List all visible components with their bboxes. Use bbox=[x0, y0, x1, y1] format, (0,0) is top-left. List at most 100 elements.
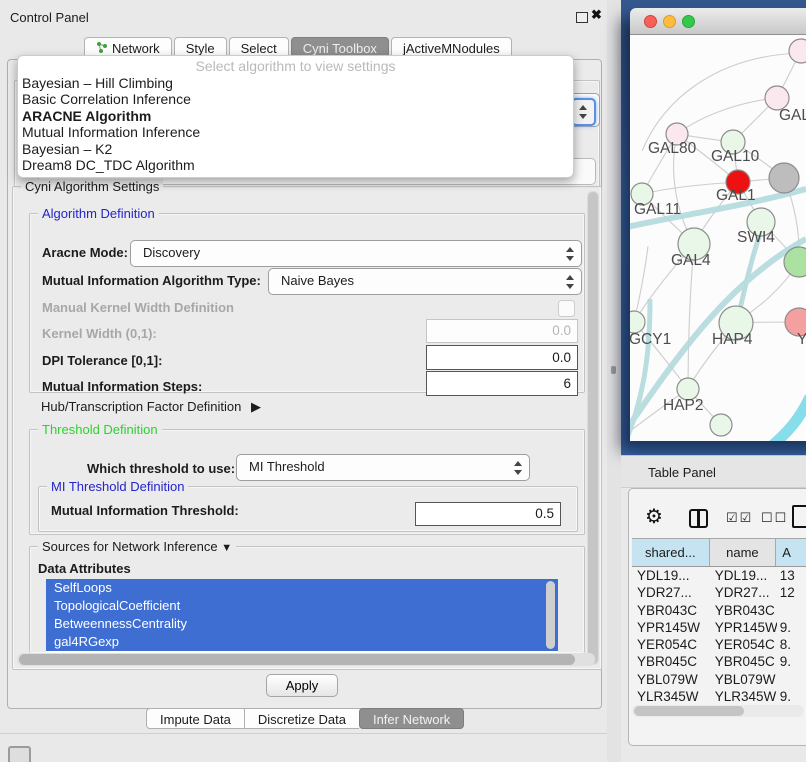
attribute-betweennesscentrality[interactable]: BetweennessCentrality bbox=[46, 615, 558, 633]
label-y-partial: Y bbox=[797, 331, 806, 348]
sources-group: Sources for Network Inference ▼ Data Att… bbox=[29, 546, 585, 653]
manual-kernel-width-label: Manual Kernel Width Definition bbox=[42, 298, 234, 318]
dropdown-placeholder: Select algorithm to view settings bbox=[18, 58, 573, 75]
column-header-shared-name[interactable]: shared... bbox=[632, 539, 710, 566]
attribute-topologicalcoefficient[interactable]: TopologicalCoefficient bbox=[46, 597, 558, 615]
label-gcy1: GCY1 bbox=[630, 331, 671, 348]
mi-algorithm-type-value: Naive Bayes bbox=[281, 269, 354, 293]
hub-expand-icon[interactable]: ▶ bbox=[251, 399, 261, 414]
mi-algorithm-type-combo[interactable]: Naive Bayes bbox=[268, 268, 582, 295]
divider-grip[interactable] bbox=[611, 366, 616, 374]
which-threshold-combo[interactable]: MI Threshold bbox=[236, 454, 530, 481]
node-cut-top[interactable] bbox=[789, 39, 806, 63]
dropdown-item-aracne[interactable]: ARACNE Algorithm bbox=[18, 108, 573, 124]
table-panel-window: ⚙ ☑☑ ☐☐ shared... name A YDL19...YDL19..… bbox=[628, 488, 806, 746]
node-gray[interactable] bbox=[769, 163, 799, 193]
close-traffic-light[interactable] bbox=[644, 15, 657, 28]
function-builder-icon[interactable] bbox=[792, 505, 806, 528]
tab-impute-data[interactable]: Impute Data bbox=[146, 708, 244, 729]
attribute-selfloops[interactable]: SelfLoops bbox=[46, 579, 558, 597]
close-icon[interactable]: ✖ bbox=[591, 7, 602, 23]
label-gal80: GAL80 bbox=[648, 140, 697, 157]
network-strong-edges bbox=[630, 189, 806, 441]
threshold-definition-title: Threshold Definition bbox=[38, 422, 162, 437]
gear-icon[interactable]: ⚙ bbox=[645, 504, 663, 529]
hub-definition-toggle[interactable]: Hub/Transcription Factor Definition ▶ bbox=[41, 399, 261, 415]
dpi-tolerance-field[interactable]: 0.0 bbox=[426, 345, 578, 370]
table-panel: Table Panel ⚙ ☑☑ ☐☐ shared... name A YDL… bbox=[621, 455, 806, 762]
aracne-mode-value: Discovery bbox=[143, 241, 200, 265]
mi-algorithm-type-label: Mutual Information Algorithm Type: bbox=[42, 268, 261, 293]
data-attributes-label: Data Attributes bbox=[38, 561, 131, 576]
deselect-all-checks-icon[interactable]: ☐☐ bbox=[761, 510, 788, 526]
aracne-mode-combo[interactable]: Discovery bbox=[130, 240, 582, 267]
bottom-tabs: Impute Data Discretize Data Infer Networ… bbox=[146, 708, 464, 729]
dropdown-item-dream8[interactable]: Dream8 DC_TDC Algorithm bbox=[18, 157, 573, 173]
settings-group-title: Cyni Algorithm Settings bbox=[21, 179, 163, 194]
table-row[interactable]: YDR27...YDR27...12 bbox=[632, 584, 806, 601]
dropdown-item-bayesian-hill[interactable]: Bayesian – Hill Climbing bbox=[18, 75, 573, 91]
settings-scrollbar-thumb[interactable] bbox=[588, 192, 598, 664]
float-window-icon[interactable] bbox=[576, 12, 588, 23]
apply-button[interactable]: Apply bbox=[266, 674, 338, 697]
table-row[interactable]: YER054CYER054C8. bbox=[632, 636, 806, 653]
table-row[interactable]: YPR145WYPR145W9. bbox=[632, 619, 806, 636]
column-header-name[interactable]: name bbox=[710, 539, 777, 566]
attribute-gal4rgexp[interactable]: gal4RGexp bbox=[46, 633, 558, 651]
threshold-definition-group: Threshold Definition Which threshold to … bbox=[29, 429, 585, 535]
table-hscrollbar-thumb[interactable] bbox=[634, 706, 744, 716]
tab-infer-network[interactable]: Infer Network bbox=[359, 708, 464, 729]
mi-threshold-label: Mutual Information Threshold: bbox=[51, 499, 239, 523]
node-cut-bottom[interactable] bbox=[710, 414, 732, 436]
mi-threshold-group-title: MI Threshold Definition bbox=[47, 479, 188, 494]
mi-steps-label: Mutual Information Steps: bbox=[42, 374, 202, 399]
network-window-titlebar[interactable] bbox=[630, 8, 806, 35]
table-hscrollbar[interactable] bbox=[632, 705, 804, 717]
screen: Control Panel ✖ Network Style Select Cyn… bbox=[0, 0, 806, 762]
manual-kernel-width-checkbox[interactable] bbox=[558, 300, 575, 317]
algorithm-definition-title: Algorithm Definition bbox=[38, 206, 159, 221]
network-canvas[interactable]: GAL GAL80 GAL10 GAL1 GAL11 GAL4 SWI4 GCY… bbox=[630, 35, 806, 441]
tab-discretize-data[interactable]: Discretize Data bbox=[244, 708, 359, 729]
table-panel-title: Table Panel bbox=[621, 455, 806, 488]
minimize-traffic-light[interactable] bbox=[663, 15, 676, 28]
select-all-checks-icon[interactable]: ☑☑ bbox=[726, 510, 753, 526]
mi-threshold-group: MI Threshold Definition Mutual Informati… bbox=[38, 486, 578, 532]
settings-hscrollbar-thumb[interactable] bbox=[19, 654, 575, 665]
table-row[interactable]: YLR345WYLR345W9. bbox=[632, 688, 806, 705]
docked-panel-icon[interactable] bbox=[8, 746, 31, 762]
mi-steps-field[interactable]: 6 bbox=[426, 371, 578, 396]
network-labels: GAL GAL80 GAL10 GAL1 GAL11 GAL4 SWI4 GCY… bbox=[630, 107, 806, 414]
columns-icon[interactable] bbox=[689, 509, 708, 528]
table-row[interactable]: YDL19...YDL19...13 bbox=[632, 567, 806, 584]
which-threshold-label: Which threshold to use: bbox=[87, 456, 235, 481]
panel-divider[interactable] bbox=[607, 0, 621, 762]
table-row[interactable]: YBL079WYBL079W bbox=[632, 671, 806, 688]
combo-stepper-focused[interactable] bbox=[571, 98, 596, 126]
network-graph: GAL GAL80 GAL10 GAL1 GAL11 GAL4 SWI4 GCY… bbox=[630, 35, 806, 441]
attributes-scrollbar-thumb[interactable] bbox=[546, 581, 555, 649]
label-swi4: SWI4 bbox=[737, 229, 775, 246]
control-panel: Control Panel ✖ Network Style Select Cyn… bbox=[0, 0, 607, 734]
algorithm-dropdown: Select algorithm to view settings Bayesi… bbox=[17, 55, 574, 178]
sources-collapse-icon[interactable]: ▼ bbox=[221, 542, 232, 554]
table-row[interactable]: YBR045CYBR045C9. bbox=[632, 653, 806, 670]
dropdown-item-basic-correlation[interactable]: Basic Correlation Inference bbox=[18, 91, 573, 107]
cyni-algorithm-settings-group: Cyni Algorithm Settings Algorithm Defini… bbox=[12, 186, 602, 670]
network-tab-icon bbox=[96, 41, 108, 56]
cyan-edge bbox=[768, 397, 806, 441]
label-gal4: GAL4 bbox=[671, 252, 711, 269]
kernel-width-field[interactable]: 0.0 bbox=[426, 319, 578, 343]
dropdown-item-mutual-information[interactable]: Mutual Information Inference bbox=[18, 124, 573, 140]
table-rows: YDL19...YDL19...13 YDR27...YDR27...12 YB… bbox=[632, 567, 806, 705]
column-header-partial[interactable]: A bbox=[776, 539, 806, 566]
zoom-traffic-light[interactable] bbox=[682, 15, 695, 28]
node-gcy1[interactable] bbox=[630, 311, 645, 333]
control-panel-title: Control Panel bbox=[10, 10, 89, 25]
table-row[interactable]: YBR043CYBR043C bbox=[632, 602, 806, 619]
settings-hscrollbar[interactable] bbox=[17, 653, 595, 666]
aracne-mode-label: Aracne Mode: bbox=[42, 240, 128, 265]
settings-scrollbar[interactable] bbox=[587, 191, 599, 665]
mi-threshold-field[interactable]: 0.5 bbox=[415, 502, 561, 526]
dropdown-item-bayesian-k2[interactable]: Bayesian – K2 bbox=[18, 141, 573, 157]
